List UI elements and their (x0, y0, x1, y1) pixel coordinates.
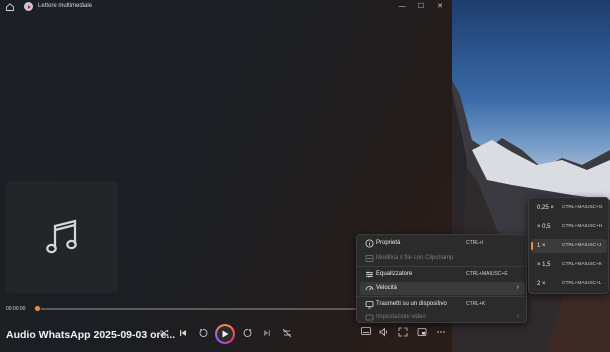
current-time: 00:00:00 (6, 306, 26, 312)
album-art-placeholder (6, 181, 118, 293)
fullscreen-icon (398, 327, 408, 337)
rewind-10-button[interactable] (196, 326, 210, 340)
menu-item-cast[interactable]: Trasmetti su un dispositivo CTRL+K (360, 298, 525, 311)
previous-icon (180, 330, 186, 336)
menu-item-shortcut: CTRL+MAIUSC+E (466, 271, 508, 277)
more-icon (437, 331, 445, 333)
menu-item-label: Velocità (376, 285, 398, 291)
mini-player-button[interactable] (416, 327, 428, 339)
more-options-button[interactable] (435, 327, 447, 339)
maximize-button[interactable]: ☐ (416, 2, 426, 12)
speed-label: × 0,5 (537, 224, 551, 230)
more-options-menu: Proprietà CTRL+I Modifica il file con Cl… (356, 234, 527, 323)
mini-player-icon (417, 328, 427, 336)
speed-shortcut: CTRL+MAIUSC+L (562, 281, 602, 286)
captions-button[interactable] (360, 327, 372, 339)
cast-icon (365, 301, 374, 309)
media-player-app-icon (24, 2, 33, 11)
music-note-icon (46, 219, 77, 254)
menu-item-equalizer[interactable]: Equalizzatore CTRL+MAIUSC+E (360, 268, 525, 281)
menu-item-properties[interactable]: Proprietà CTRL+I (360, 237, 525, 250)
shuffle-icon (160, 329, 169, 337)
previous-button[interactable] (176, 326, 190, 340)
menu-separator (357, 266, 526, 267)
speed-label: 1 × (537, 243, 546, 249)
shuffle-button[interactable] (157, 326, 171, 340)
fullscreen-button[interactable] (397, 327, 409, 339)
speed-option-15[interactable]: × 1,5 CTRL+MAIUSC+K (531, 258, 607, 272)
repeat-off-icon (282, 328, 292, 338)
close-button[interactable]: ✕ (435, 2, 445, 12)
repeat-button[interactable] (280, 326, 294, 340)
speed-option-05[interactable]: × 0,5 CTRL+MAIUSC+H (531, 220, 607, 234)
play-button[interactable] (215, 324, 235, 344)
speed-option-2[interactable]: 2 × CTRL+MAIUSC+L (531, 277, 607, 291)
captions-icon (361, 327, 371, 335)
volume-icon (379, 327, 387, 337)
video-settings-icon (365, 314, 374, 321)
speed-option-1[interactable]: 1 × CTRL+MAIUSC+J (531, 239, 607, 253)
window-title: Lettore multimediale (38, 3, 93, 9)
speed-label: 2 × (537, 281, 546, 287)
menu-item-label: Equalizzatore (376, 271, 413, 277)
play-icon (222, 330, 229, 338)
menu-item-shortcut: CTRL+K (466, 301, 486, 307)
speed-shortcut: CTRL+MAIUSC+J (562, 243, 602, 248)
home-icon[interactable] (5, 2, 15, 12)
selected-indicator (531, 242, 533, 250)
seek-thumb[interactable] (34, 305, 41, 312)
menu-item-speed[interactable]: Velocità › (360, 282, 525, 295)
menu-item-label: Trasmetti su un dispositivo (376, 301, 447, 307)
clipchamp-icon (365, 255, 374, 262)
chevron-right-icon: › (516, 313, 519, 320)
equalizer-icon (366, 271, 373, 278)
menu-item-shortcut: CTRL+I (466, 240, 484, 246)
speed-shortcut: CTRL+MAIUSC+K (562, 262, 602, 267)
next-icon (264, 330, 270, 336)
forward-30-button[interactable] (241, 326, 255, 340)
speed-icon (365, 286, 374, 291)
speed-shortcut: CTRL+MAIUSC+G (562, 205, 603, 210)
volume-button[interactable] (378, 327, 390, 339)
next-button[interactable] (260, 326, 274, 340)
menu-item-video-settings[interactable]: Impostazioni video › (360, 311, 525, 324)
forward-icon (243, 329, 252, 337)
track-title: Audio WhatsApp 2025-09-03 ore... (6, 329, 176, 341)
menu-item-label: Impostazioni video (376, 314, 426, 320)
speed-label: 0,25 × (537, 205, 554, 211)
rewind-icon (199, 329, 208, 337)
info-icon (365, 239, 374, 248)
speed-option-025[interactable]: 0,25 × CTRL+MAIUSC+G (531, 201, 607, 215)
menu-separator (357, 296, 526, 297)
speed-label: × 1,5 (537, 262, 551, 268)
chevron-right-icon: › (516, 284, 519, 291)
speed-shortcut: CTRL+MAIUSC+H (562, 224, 603, 229)
title-bar: Lettore multimediale — ☐ ✕ (0, 0, 452, 14)
minimize-button[interactable]: — (397, 2, 407, 12)
menu-item-label: Proprietà (376, 240, 401, 246)
speed-submenu: 0,25 × CTRL+MAIUSC+G × 0,5 CTRL+MAIUSC+H… (528, 197, 609, 294)
menu-item-label: Modifica il file con Clipchamp (376, 255, 454, 261)
menu-item-edit-clipchamp[interactable]: Modifica il file con Clipchamp (360, 252, 525, 265)
